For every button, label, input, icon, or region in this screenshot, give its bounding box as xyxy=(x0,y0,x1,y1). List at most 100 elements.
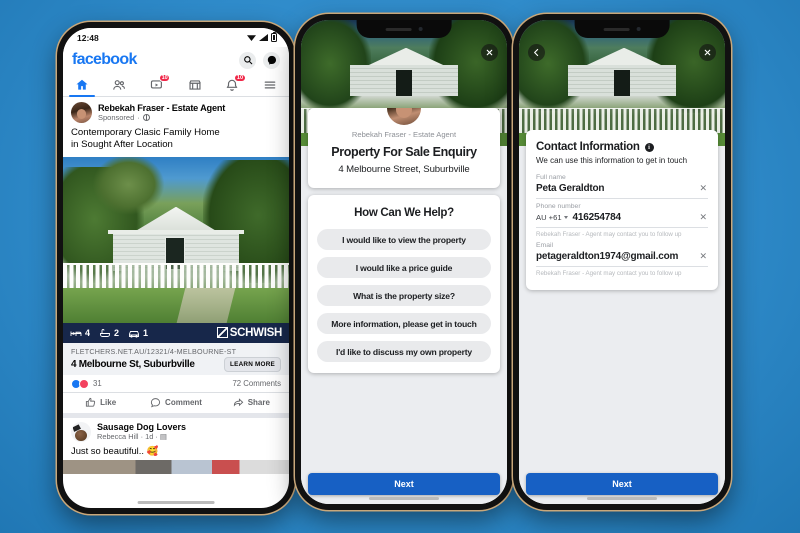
picket-fence xyxy=(63,263,289,289)
notifications-badge: 10 xyxy=(234,74,246,82)
post-page-name[interactable]: Rebekah Fraser - Estate Agent xyxy=(98,103,225,114)
post2-photo[interactable] xyxy=(63,459,289,474)
comment-button[interactable]: Comment xyxy=(138,397,213,408)
brand-logo: SCHWISH xyxy=(216,326,283,339)
search-icon[interactable] xyxy=(239,51,256,69)
facebook-nav-tabs: 10 10 xyxy=(63,73,289,97)
question-card: How Can We Help? I would like to view th… xyxy=(308,195,500,373)
earpiece-speaker xyxy=(385,27,412,31)
sidebar-item-marketplace[interactable] xyxy=(177,73,213,96)
comment-button-label: Comment xyxy=(165,397,202,407)
avatar[interactable] xyxy=(71,421,91,442)
form-title: Property For Sale Enquiry xyxy=(331,145,477,159)
email-input[interactable]: petageraldton1974@gmail.com xyxy=(536,251,693,262)
battery-icon xyxy=(271,31,277,42)
phone1-screen: 12:48 facebook 10 10 Rebekah Fraser - Es… xyxy=(63,28,289,508)
option-price-guide[interactable]: I would like a price guide xyxy=(317,257,491,278)
facebook-logo: facebook xyxy=(72,51,137,68)
contact-information-card: Contact Information i We can use this in… xyxy=(526,130,718,290)
reaction-count[interactable]: 31 xyxy=(93,379,102,388)
option-property-size[interactable]: What is the property size? xyxy=(317,285,491,306)
back-arrow-icon[interactable] xyxy=(528,44,545,61)
front-camera xyxy=(636,27,641,31)
share-button[interactable]: Share xyxy=(214,397,289,408)
clear-icon[interactable]: ✕ xyxy=(698,213,708,222)
post-meta: Sponsored · xyxy=(98,113,225,122)
full-name-input[interactable]: Peta Geraldton xyxy=(536,183,693,194)
country-code-select[interactable]: AU +61 xyxy=(536,213,568,222)
spec-bedrooms-value: 4 xyxy=(85,327,91,338)
page-title: Contact Information xyxy=(536,141,640,153)
brand-name: SCHWISH xyxy=(229,326,283,339)
post-action-bar: Like Comment Share xyxy=(63,391,289,413)
phone-number-input[interactable]: 416254784 xyxy=(573,212,694,223)
signal-icon xyxy=(259,34,268,41)
option-own-property[interactable]: I'd like to discuss my own property xyxy=(317,341,491,362)
info-icon[interactable]: i xyxy=(644,142,654,152)
palm-tree xyxy=(90,156,167,217)
close-icon[interactable] xyxy=(699,44,716,61)
form-cover-photo xyxy=(519,20,725,146)
spec-bedrooms: 4 xyxy=(70,328,90,338)
close-icon[interactable] xyxy=(481,44,498,61)
post2-meta: Rebecca Hill · 1d · ▤ xyxy=(97,432,167,442)
notch xyxy=(574,20,670,38)
learn-more-button[interactable]: LEARN MORE xyxy=(224,356,281,372)
sidebar-item-notifications[interactable]: 10 xyxy=(214,73,250,96)
phone-device-form-questions: Rebekah Fraser - Estate Agent Property F… xyxy=(295,14,513,510)
post2-header: Sausage Dog Lovers Rebecca Hill · 1d · ▤ xyxy=(63,418,289,444)
option-view-property[interactable]: I would like to view the property xyxy=(317,229,491,250)
post2-author: Rebecca Hill xyxy=(97,432,139,442)
spec-parking-value: 1 xyxy=(143,327,149,338)
messenger-icon[interactable] xyxy=(263,51,280,69)
link-title: 4 Melbourne St, Suburbville xyxy=(71,358,195,370)
post2-page-name[interactable]: Sausage Dog Lovers xyxy=(97,422,186,432)
phone3-screen: Contact Information i We can use this in… xyxy=(519,20,725,504)
home-indicator xyxy=(137,501,215,504)
comments-count[interactable]: 72 Comments xyxy=(232,379,281,388)
sidebar-item-home[interactable] xyxy=(64,73,100,97)
full-name-field: Full name Peta Geraldton ✕ xyxy=(536,174,708,199)
clear-icon[interactable]: ✕ xyxy=(698,184,708,193)
home-indicator xyxy=(368,497,440,500)
next-button[interactable]: Next xyxy=(308,473,500,495)
earpiece-speaker xyxy=(603,27,630,31)
wifi-icon xyxy=(247,34,256,41)
clear-icon[interactable]: ✕ xyxy=(698,252,708,261)
spec-parking: 1 xyxy=(128,328,148,338)
question-title: How Can We Help? xyxy=(354,207,454,219)
sidebar-item-friends[interactable] xyxy=(101,73,137,96)
post-body-line2: in Sought After Location xyxy=(71,139,173,151)
notch xyxy=(356,20,452,38)
post-body-line1: Contemporary Clasic Family Home xyxy=(71,127,220,138)
phone-number-field: Phone number AU +61 416254784 ✕ Rebekah … xyxy=(536,203,708,238)
facebook-top-bar: facebook xyxy=(63,47,289,73)
front-camera xyxy=(418,27,423,31)
watch-badge: 10 xyxy=(159,74,171,82)
hamburger-icon[interactable] xyxy=(252,73,288,96)
property-photo[interactable] xyxy=(63,156,289,323)
link-preview[interactable]: FLETCHERS.NET.AU/12321/4-MELBOURNE-ST 4 … xyxy=(63,342,289,375)
form-intro-card: Rebekah Fraser - Estate Agent Property F… xyxy=(308,108,500,188)
email-field: Email petageraldton1974@gmail.com ✕ Rebe… xyxy=(536,242,708,277)
post-body: Contemporary Clasic Family Home in Sough… xyxy=(63,126,289,157)
group-icon: ▤ xyxy=(159,432,167,442)
spec-bathrooms-value: 2 xyxy=(114,327,120,338)
post-header: Rebekah Fraser - Estate Agent Sponsored … xyxy=(63,97,289,126)
sidebar-item-watch[interactable]: 10 xyxy=(139,73,175,96)
avatar[interactable] xyxy=(71,102,92,123)
post2-body: Just so beautiful.. 🥰 xyxy=(71,444,159,456)
like-button[interactable]: Like xyxy=(63,397,138,408)
front-lawn xyxy=(63,288,289,323)
next-button[interactable]: Next xyxy=(526,473,718,495)
option-more-information[interactable]: More information, please get in touch xyxy=(317,313,491,334)
spec-bathrooms: 2 xyxy=(99,328,119,338)
sponsored-label: Sponsored xyxy=(98,113,135,123)
love-reaction-icon xyxy=(79,378,89,389)
country-code-value: AU +61 xyxy=(536,213,562,222)
full-name-label: Full name xyxy=(536,174,566,181)
brand-mark-icon xyxy=(216,327,228,339)
phone2-screen: Rebekah Fraser - Estate Agent Property F… xyxy=(301,20,507,504)
globe-icon xyxy=(142,114,150,122)
post2-time: 1d xyxy=(145,432,154,442)
